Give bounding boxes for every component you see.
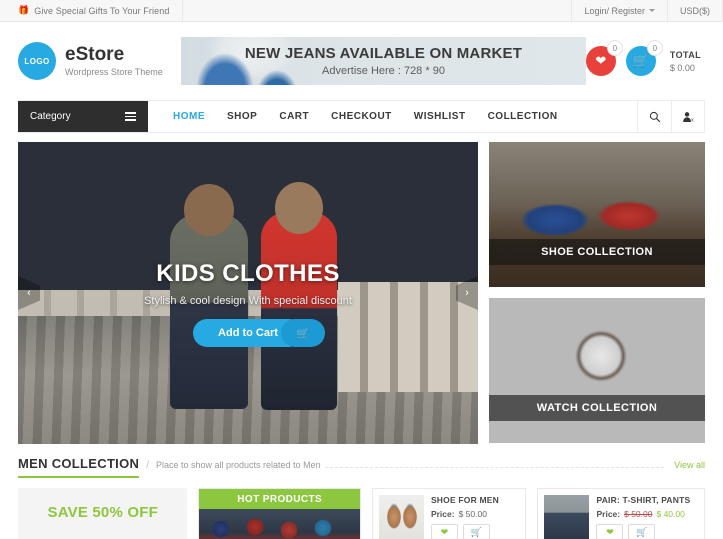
site-header: LOGO eStore Wordpress Store Theme NEW JE… <box>0 22 723 100</box>
category-cards: SHOE COLLECTION WATCH COLLECTION <box>489 142 705 444</box>
add-to-cart-label: Add to Cart <box>218 327 278 339</box>
section-description: Place to show all products related to Me… <box>155 460 321 470</box>
shoe-collection-label: SHOE COLLECTION <box>489 239 705 265</box>
top-bar-actions: Login/ Register USD($) <box>571 0 723 21</box>
watch-collection-label: WATCH COLLECTION <box>489 395 705 421</box>
product-price: Price: $ 50.00 $ 40.00 <box>596 509 698 519</box>
divider <box>182 0 184 22</box>
hamburger-icon <box>125 112 136 121</box>
product-wishlist-button[interactable]: ❤ <box>430 524 458 539</box>
promo-banner[interactable]: SAVE 50% OFF <box>18 488 188 539</box>
wishlist-button[interactable]: ❤ 0 <box>585 40 623 76</box>
product-row: SAVE 50% OFF HOT PRODUCTS SHOE FOR MEN P… <box>18 488 705 539</box>
slide-subtitle: Stylish & cool design With special disco… <box>144 295 352 307</box>
view-all-link[interactable]: View all <box>674 460 705 470</box>
nav-item-cart[interactable]: CART <box>279 111 309 122</box>
brand-logo[interactable]: LOGO eStore Wordpress Store Theme <box>18 42 175 80</box>
cart-count-badge: 0 <box>646 40 663 56</box>
product-price-new: $ 40.00 <box>656 509 685 519</box>
login-register-menu[interactable]: Login/ Register <box>571 0 667 21</box>
ad-subtitle: Advertise Here : 728 * 90 <box>322 65 445 77</box>
nav-item-home[interactable]: HOME <box>173 111 205 122</box>
login-register-label: Login/ Register <box>584 5 645 16</box>
product-actions: ❤ 🛒 <box>596 524 698 539</box>
currency-label: USD($) <box>679 5 710 16</box>
hero-section: KIDS CLOTHES Stylish & cool design With … <box>18 142 705 444</box>
logo-icon: LOGO <box>18 42 56 80</box>
category-dropdown[interactable]: Category <box>18 101 148 132</box>
nav-item-wishlist[interactable]: WISHLIST <box>414 111 466 122</box>
shoe-collection-card[interactable]: SHOE COLLECTION <box>489 142 705 287</box>
nav-links: HOME SHOP CART CHECKOUT WISHLIST COLLECT… <box>148 101 558 132</box>
promo-text: SAVE 50% OFF <box>47 504 158 521</box>
chevron-down-icon <box>648 9 655 12</box>
cart-button[interactable]: 🛒 0 <box>625 40 663 76</box>
cart-total: TOTAL $ 0.00 <box>670 50 701 73</box>
main-navigation: Category HOME SHOP CART CHECKOUT WISHLIS… <box>18 100 705 133</box>
hot-products-image <box>199 509 360 539</box>
product-wishlist-button[interactable]: ❤ <box>596 524 624 539</box>
top-bar-promo-text: Give Special Gifts To Your Friend <box>34 5 170 16</box>
hot-products-card[interactable]: HOT PRODUCTS <box>198 488 361 539</box>
cart-total-label: TOTAL <box>669 49 701 60</box>
section-title: MEN COLLECTION <box>18 456 140 478</box>
nav-icons: x <box>637 101 705 132</box>
product-price-label: Price: <box>596 509 621 519</box>
product-card-shoe-for-men[interactable]: SHOE FOR MEN Price: $ 50.00 ❤ 🛒 <box>371 488 527 539</box>
slide-caption: KIDS CLOTHES Stylish & cool design With … <box>18 260 478 347</box>
watch-collection-card[interactable]: WATCH COLLECTION <box>489 298 705 443</box>
nav-item-shop[interactable]: SHOP <box>227 111 257 122</box>
search-icon[interactable] <box>637 101 671 132</box>
gift-icon: 🎁 <box>18 5 30 15</box>
top-bar: 🎁 Give Special Gifts To Your Friend Logi… <box>0 0 723 22</box>
product-info: SHOE FOR MEN Price: $ 50.00 ❤ 🛒 <box>430 495 520 539</box>
hero-slider[interactable]: KIDS CLOTHES Stylish & cool design With … <box>18 142 478 444</box>
product-thumbnail <box>544 495 590 539</box>
product-thumbnail <box>378 495 424 539</box>
product-actions: ❤ 🛒 <box>430 524 520 539</box>
page-root: 🎁 Give Special Gifts To Your Friend Logi… <box>0 0 723 539</box>
cart-icon: 🛒 <box>632 53 649 68</box>
product-info: PAIR: T-SHIRT, PANTS Price: $ 50.00 $ 40… <box>596 495 698 539</box>
product-cart-button[interactable]: 🛒 <box>628 524 656 539</box>
product-price: Price: $ 50.00 <box>431 509 520 519</box>
nav-item-checkout[interactable]: CHECKOUT <box>331 111 392 122</box>
product-name: PAIR: T-SHIRT, PANTS <box>596 495 691 505</box>
svg-text:x: x <box>691 117 694 123</box>
section-rule <box>324 467 665 468</box>
currency-selector[interactable]: USD($) <box>666 0 723 21</box>
product-price-value: $ 50.00 <box>458 509 487 519</box>
product-cart-button[interactable]: 🛒 <box>462 524 490 539</box>
header-actions: ❤ 0 🛒 0 TOTAL $ 0.00 <box>585 40 705 76</box>
section-header: MEN COLLECTION / Place to show all produ… <box>18 456 705 478</box>
add-to-cart-button[interactable]: Add to Cart 🛒 <box>193 319 325 347</box>
nav-item-collection[interactable]: COLLECTION <box>488 111 558 122</box>
cart-total-value: $ 0.00 <box>669 62 695 73</box>
brand-name: eStore <box>65 44 125 66</box>
section-separator: / <box>146 460 149 471</box>
heart-icon: ❤ <box>595 53 607 68</box>
product-card-pair-tshirt-pants[interactable]: PAIR: T-SHIRT, PANTS Price: $ 50.00 $ 40… <box>537 488 705 539</box>
advertisement-banner[interactable]: NEW JEANS AVAILABLE ON MARKET Advertise … <box>181 37 586 85</box>
wishlist-count-badge: 0 <box>606 40 623 56</box>
cart-icon: 🛒 <box>281 319 325 347</box>
product-price-label: Price: <box>430 509 455 519</box>
category-label: Category <box>30 111 71 122</box>
user-icon[interactable]: x <box>671 101 705 132</box>
top-bar-promo: 🎁 Give Special Gifts To Your Friend <box>0 0 184 22</box>
product-name: SHOE FOR MEN <box>430 495 499 505</box>
slide-title: KIDS CLOTHES <box>156 260 340 287</box>
brand-tagline: Wordpress Store Theme <box>65 66 163 77</box>
ad-title: NEW JEANS AVAILABLE ON MARKET <box>244 45 523 62</box>
product-price-old: $ 50.00 <box>624 509 653 519</box>
hot-products-heading: HOT PRODUCTS <box>199 489 360 509</box>
